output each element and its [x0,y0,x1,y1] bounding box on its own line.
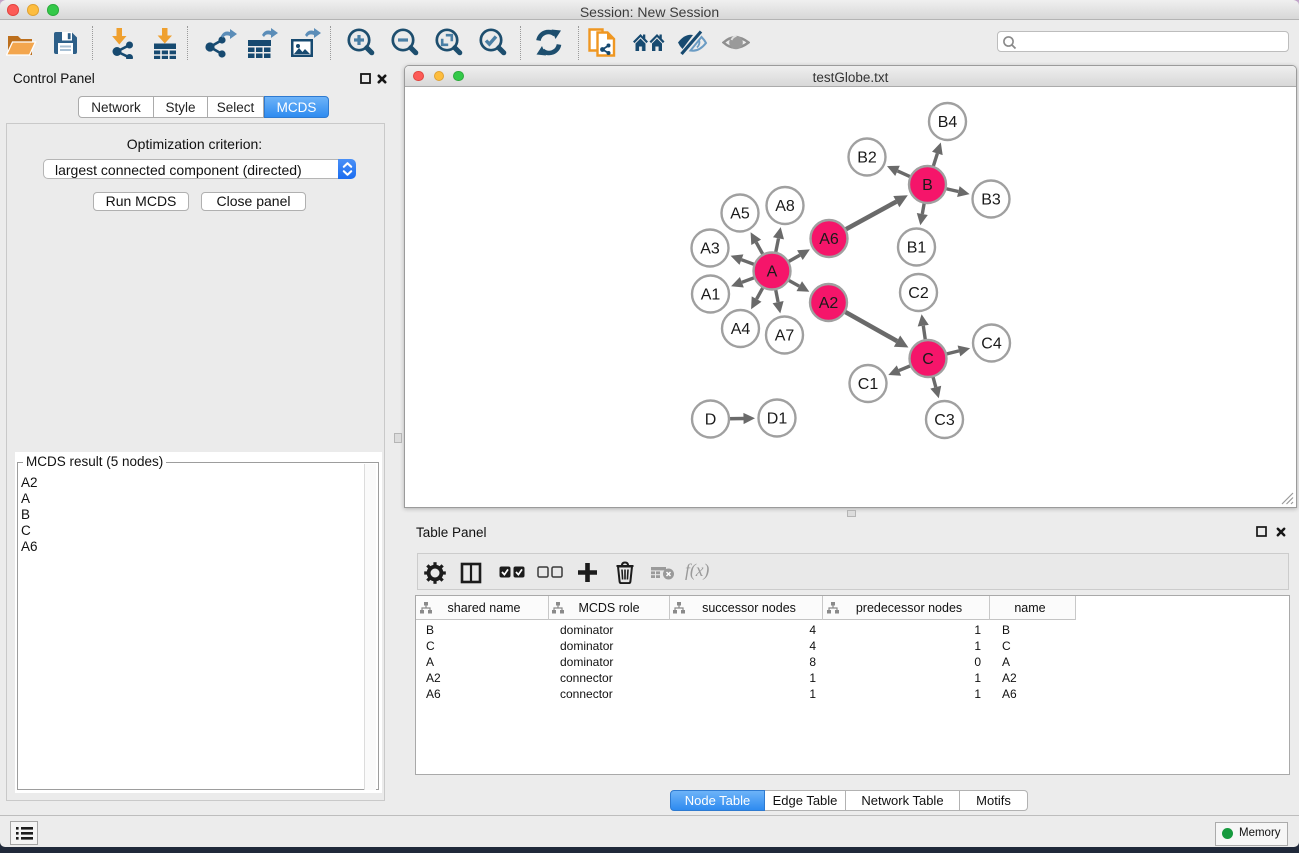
svg-text:A7: A7 [775,328,795,345]
svg-text:C4: C4 [981,336,1002,353]
svg-text:A2: A2 [819,295,839,312]
svg-text:C2: C2 [908,285,929,302]
svg-text:B3: B3 [981,192,1001,209]
svg-text:A: A [767,264,778,281]
svg-text:B1: B1 [907,240,927,257]
svg-text:C1: C1 [858,376,879,393]
svg-text:C3: C3 [934,412,955,429]
svg-text:D1: D1 [767,411,788,428]
svg-text:C: C [922,351,934,368]
svg-text:A3: A3 [700,241,720,258]
svg-text:A5: A5 [730,206,750,223]
svg-text:A6: A6 [819,231,839,248]
svg-text:B4: B4 [938,114,958,131]
svg-text:D: D [705,412,717,429]
svg-text:B: B [922,177,933,194]
svg-text:A4: A4 [731,321,751,338]
svg-text:A8: A8 [775,198,795,215]
svg-text:B2: B2 [857,150,877,167]
svg-text:A1: A1 [701,287,721,304]
